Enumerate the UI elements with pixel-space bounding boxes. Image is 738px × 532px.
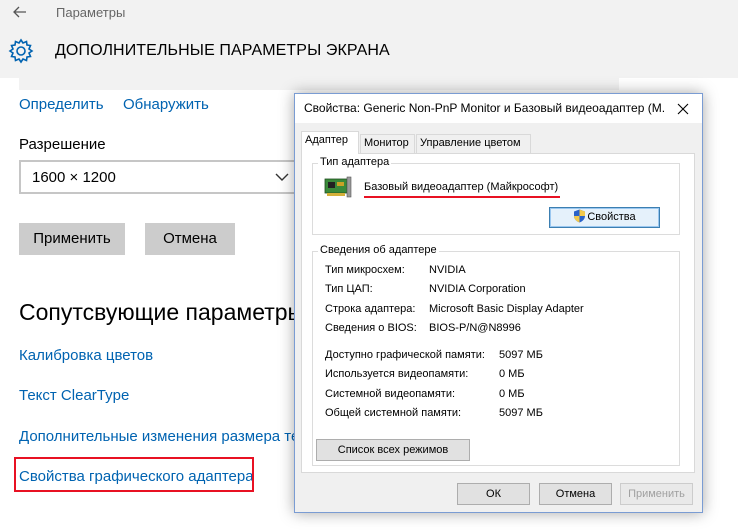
memory-value: 5097 МБ bbox=[499, 349, 543, 361]
list-all-modes-button[interactable]: Список всех режимов bbox=[316, 439, 470, 461]
info-value: Microsoft Basic Display Adapter bbox=[429, 303, 584, 315]
tab-monitor[interactable]: Монитор bbox=[360, 134, 415, 153]
back-arrow-icon[interactable] bbox=[12, 4, 28, 20]
memory-value: 5097 МБ bbox=[499, 407, 543, 419]
highlight-box bbox=[14, 457, 254, 492]
window-title: Параметры bbox=[56, 5, 126, 20]
memory-label: Общей системной памяти: bbox=[325, 407, 462, 419]
cancel-button[interactable]: Отмена bbox=[145, 223, 235, 255]
dialog-cancel-button[interactable]: Отмена bbox=[539, 483, 612, 505]
resolution-dropdown[interactable]: 1600 × 1200 bbox=[19, 160, 296, 194]
adapter-properties-button[interactable]: Свойства bbox=[549, 207, 660, 228]
memory-label: Используется видеопамяти: bbox=[325, 368, 469, 380]
resolution-value: 1600 × 1200 bbox=[32, 169, 116, 186]
ok-button[interactable]: ОК bbox=[457, 483, 530, 505]
adapter-info-label: Сведения об адаптере bbox=[318, 244, 439, 256]
dialog-title: Свойства: Generic Non-PnP Monitor и Базо… bbox=[304, 101, 664, 115]
highlight-underline bbox=[364, 196, 560, 198]
resolution-label: Разрешение bbox=[19, 136, 106, 153]
display-preview-strip bbox=[19, 78, 619, 90]
close-icon[interactable] bbox=[672, 98, 694, 120]
identify-link[interactable]: Определить bbox=[19, 96, 104, 113]
memory-value: 0 МБ bbox=[499, 388, 525, 400]
info-value: NVIDIA bbox=[429, 264, 466, 276]
adapter-type-label: Тип адаптера bbox=[318, 156, 392, 168]
adapter-name: Базовый видеоадаптер (Майкрософт) bbox=[364, 181, 559, 193]
gear-icon bbox=[8, 38, 34, 64]
page-title: ДОПОЛНИТЕЛЬНЫЕ ПАРАМЕТРЫ ЭКРАНА bbox=[55, 42, 390, 59]
page-header: ДОПОЛНИТЕЛЬНЫЕ ПАРАМЕТРЫ ЭКРАНА bbox=[0, 26, 738, 78]
tab-color-management[interactable]: Управление цветом bbox=[416, 134, 531, 153]
memory-value: 0 МБ bbox=[499, 368, 525, 380]
advanced-text-sizing-link[interactable]: Дополнительные изменения размера текста bbox=[19, 428, 329, 445]
memory-label: Доступно графической памяти: bbox=[325, 349, 485, 361]
color-calibration-link[interactable]: Калибровка цветов bbox=[19, 347, 153, 364]
cleartype-link[interactable]: Текст ClearType bbox=[19, 387, 129, 404]
related-settings-title: Сопутсвующие параметры bbox=[19, 299, 305, 325]
info-label: Тип микросхем: bbox=[325, 264, 405, 276]
settings-titlebar: Параметры bbox=[0, 0, 738, 26]
properties-button-label: Свойства bbox=[587, 211, 636, 223]
info-label: Строка адаптера: bbox=[325, 303, 416, 315]
dialog-apply-button[interactable]: Применить bbox=[620, 483, 693, 505]
adapter-properties-dialog: Свойства: Generic Non-PnP Monitor и Базо… bbox=[294, 93, 703, 513]
detect-link[interactable]: Обнаружить bbox=[123, 96, 209, 113]
info-value: NVIDIA Corporation bbox=[429, 283, 526, 295]
tab-adapter[interactable]: Адаптер bbox=[301, 131, 359, 154]
chevron-down-icon bbox=[275, 173, 289, 181]
dialog-titlebar[interactable]: Свойства: Generic Non-PnP Monitor и Базо… bbox=[295, 94, 702, 123]
apply-button[interactable]: Применить bbox=[19, 223, 125, 255]
memory-label: Системной видеопамяти: bbox=[325, 388, 456, 400]
info-label: Сведения о BIOS: bbox=[325, 322, 417, 334]
info-value: BIOS-P/N@N8996 bbox=[429, 322, 521, 334]
uac-shield-icon bbox=[574, 209, 586, 223]
info-label: Тип ЦАП: bbox=[325, 283, 373, 295]
video-card-icon bbox=[324, 176, 352, 198]
